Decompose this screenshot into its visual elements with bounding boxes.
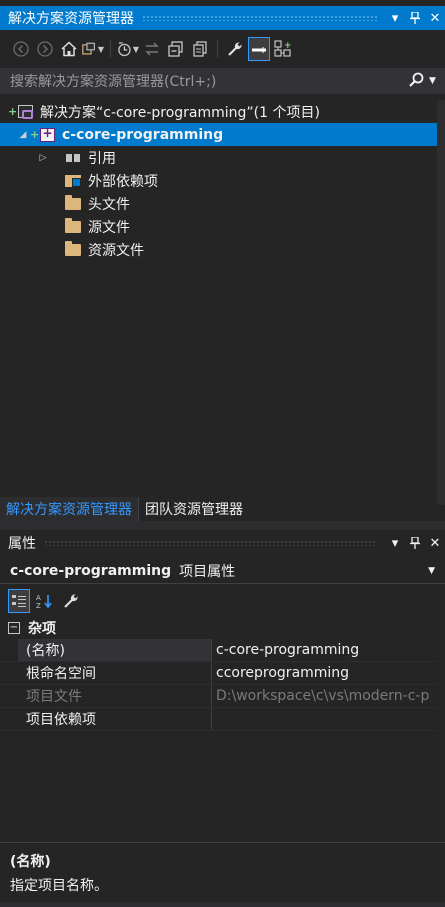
tab-solution-explorer[interactable]: 解决方案资源管理器 [0,497,138,521]
search-options-dropdown-icon[interactable]: ▼ [429,76,445,86]
expanded-triangle-icon[interactable]: ◢ [16,130,30,140]
references-icon [64,150,82,166]
description-title: (名称) [10,854,51,870]
forward-icon[interactable] [34,37,56,61]
solution-tree: + 解决方案“c-core-programming”(1 个项目) ◢ + c-… [0,100,437,261]
external-dependencies-icon [64,173,82,189]
cpp-project-icon [38,126,56,143]
property-grid: − 杂项 (名称) c-core-programming 根命名空间 ccore… [0,616,437,731]
svg-text:Z: Z [36,602,41,609]
pin-icon[interactable] [405,6,425,30]
project-label: c-core-programming [62,126,224,143]
chevron-down-icon[interactable]: ▼ [428,566,435,576]
close-icon[interactable]: ✕ [425,6,445,30]
properties-object-selector[interactable]: c-core-programming 项目属性 ▼ [0,558,445,584]
property-value[interactable]: ccoreprogramming [212,662,437,684]
panel-bottom-edge [0,902,445,907]
tab-team-explorer[interactable]: 团队资源管理器 [138,497,249,521]
property-description-pane: (名称) 指定项目名称。 [0,842,445,898]
close-icon[interactable]: ✕ [425,536,445,551]
tree-item-label: 头文件 [88,196,130,213]
collapse-category-icon[interactable]: − [8,621,20,634]
object-name: c-core-programming [10,562,172,579]
svg-text:+: + [284,41,292,51]
pending-changes-filter-icon[interactable]: ▼ [117,37,139,61]
toolbar-separator [217,40,218,58]
class-view-icon[interactable]: + [272,37,294,61]
search-icon[interactable] [409,72,429,91]
alphabetical-icon[interactable]: AZ [34,589,56,613]
tree-item-label: 外部依赖项 [88,173,158,190]
tree-scrollbar[interactable] [437,100,445,505]
tree-item-label: 资源文件 [88,242,144,259]
property-name: 根命名空间 [18,662,212,684]
property-value[interactable]: c-core-programming [212,639,437,661]
tree-solution-node[interactable]: + 解决方案“c-core-programming”(1 个项目) [0,100,437,123]
property-pages-wrench-icon[interactable] [60,589,82,613]
properties-toolbar: AZ [0,588,445,614]
search-input[interactable]: 搜索解决方案资源管理器(Ctrl+;) [10,71,409,91]
home-icon[interactable] [58,37,80,61]
folder-icon [64,217,82,235]
property-row[interactable]: 根命名空间 ccoreprogramming [0,662,437,685]
tree-item-references[interactable]: ▷ 引用 [0,146,437,169]
property-name: 项目文件 [18,685,212,707]
collapse-all-icon[interactable] [165,37,187,61]
property-name: (名称) [18,639,212,661]
property-row[interactable]: (名称) c-core-programming [0,639,437,662]
preview-selected-items-icon[interactable] [248,37,270,61]
properties-wrench-icon[interactable] [224,37,246,61]
explorer-tabs: 解决方案资源管理器 团队资源管理器 [0,497,445,521]
property-value[interactable]: D:\workspace\c\vs\modern-c-p [212,685,437,707]
solution-explorer-search[interactable]: 搜索解决方案资源管理器(Ctrl+;) ▼ [0,68,445,94]
property-row[interactable]: 项目文件 D:\workspace\c\vs\modern-c-p [0,685,437,708]
properties-titlebar: 属性 ▾ ✕ [0,532,445,554]
show-all-files-icon[interactable] [189,37,211,61]
category-label: 杂项 [28,620,56,637]
switch-views-icon[interactable]: ▼ [82,37,104,61]
titlebar-grip[interactable] [44,540,377,546]
tree-item-resource-files[interactable]: 资源文件 [0,238,437,261]
categorized-icon[interactable] [8,589,30,613]
tree-item-label: 引用 [88,150,116,167]
pending-add-icon: + [30,128,40,141]
window-position-dropdown-icon[interactable]: ▾ [385,536,405,551]
property-name: 项目依赖项 [18,708,212,730]
sync-with-active-document-icon[interactable] [141,37,163,61]
pin-icon[interactable] [405,537,425,549]
tree-item-external-dependencies[interactable]: 外部依赖项 [0,169,437,192]
svg-text:A: A [36,594,41,602]
property-category[interactable]: − 杂项 [0,616,437,639]
pending-add-icon: + [8,105,18,118]
panel-splitter[interactable] [0,521,445,530]
toolbar-separator [110,40,111,58]
titlebar-grip[interactable] [142,15,377,21]
folder-icon [64,194,82,212]
property-value[interactable] [212,708,437,730]
tree-item-label: 源文件 [88,219,130,236]
back-icon[interactable] [10,37,32,61]
solution-explorer-toolbar: ▼ ▼ + [0,34,445,64]
tree-item-source-files[interactable]: 源文件 [0,215,437,238]
property-row[interactable]: 项目依赖项 [0,708,437,731]
properties-title: 属性 [8,536,36,552]
solution-explorer-title: 解决方案资源管理器 [8,11,134,27]
tree-item-header-files[interactable]: 头文件 [0,192,437,215]
folder-icon [64,240,82,258]
description-text: 指定项目名称。 [10,878,108,894]
solution-icon [16,104,34,120]
solution-label: 解决方案“c-core-programming”(1 个项目) [40,104,320,121]
collapsed-triangle-icon[interactable]: ▷ [36,153,50,163]
object-type: 项目属性 [179,563,236,580]
tree-project-node[interactable]: ◢ + c-core-programming [0,123,437,146]
window-position-dropdown-icon[interactable]: ▾ [385,6,405,30]
solution-explorer-titlebar: 解决方案资源管理器 ▾ ✕ [0,6,445,30]
